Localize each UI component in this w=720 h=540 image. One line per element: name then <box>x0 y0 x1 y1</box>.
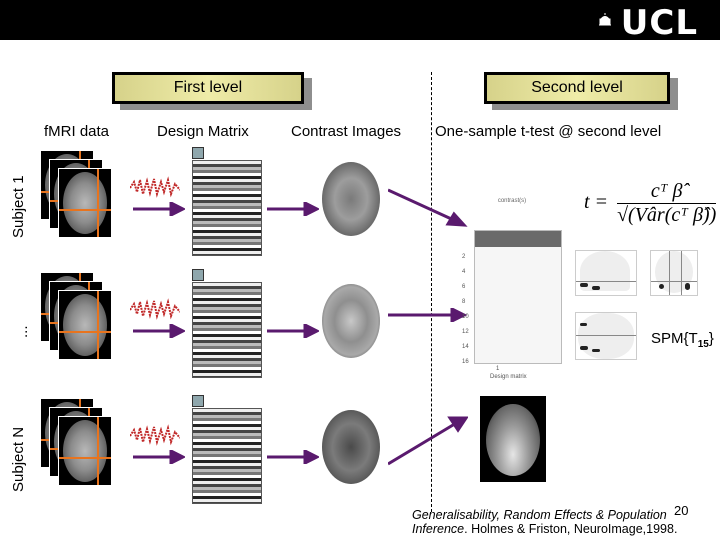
formula-numerator: cᵀ β̂ <box>617 180 717 204</box>
design-matrix <box>192 160 262 256</box>
contrast-vector-icon <box>192 395 204 407</box>
second-level-box: Second level <box>484 72 670 104</box>
spm-label-base: SPM{T <box>651 330 698 347</box>
arrow-icon <box>133 450 185 464</box>
crosshair-v <box>97 169 99 237</box>
design-plot-ytick: 2 <box>462 254 466 260</box>
contrast-image <box>322 410 380 484</box>
design-plot-ytick: 12 <box>462 329 469 335</box>
crosshair-h <box>59 457 111 459</box>
first-level-box: First level <box>112 72 304 104</box>
arrow-icon <box>267 324 319 338</box>
contrast-image <box>322 162 380 236</box>
design-matrix <box>192 408 262 504</box>
arrow-icon <box>388 188 468 227</box>
formula-denominator: √(Vâr(cᵀ β̂)) <box>617 204 717 226</box>
page-number: 20 <box>674 503 689 518</box>
arrow-icon <box>133 202 185 216</box>
contrast-vector-icon <box>192 269 204 281</box>
contrast-image <box>322 284 380 358</box>
glass-brain-sagittal <box>575 250 637 296</box>
design-plot-frame <box>474 230 562 364</box>
arrow-icon <box>267 202 319 216</box>
fmri-slice <box>58 290 112 360</box>
timeseries-icon <box>130 176 180 198</box>
row-label-subject-n: Subject N <box>10 426 27 492</box>
fmri-slice <box>58 168 112 238</box>
crosshair-h <box>59 209 111 211</box>
contrast-vector-icon <box>192 147 204 159</box>
fmri-slice <box>58 416 112 486</box>
formula-t: t = <box>584 191 609 214</box>
spm-label-close: } <box>708 330 714 347</box>
design-plot-ytick: 4 <box>462 269 466 275</box>
arrow-icon <box>267 450 319 464</box>
col-ttest: One-sample t-test @ second level <box>435 123 662 140</box>
design-plot-xlabel: Design matrix <box>490 374 527 380</box>
t-formula: t = cᵀ β̂ √(Vâr(cᵀ β̂)) <box>584 180 717 227</box>
contrast-plot: contrast(s) 2 4 6 8 10 12 14 16 1 Design matrix <box>462 198 562 388</box>
dome-icon <box>599 13 611 26</box>
group-tmap <box>480 396 546 482</box>
design-plot-ytick: 10 <box>462 314 469 320</box>
citation-authors: . Holmes & Friston, NeuroImage,1998. <box>464 522 678 536</box>
citation: 20 Generalisability, Random Effects & Po… <box>412 504 720 537</box>
col-fmri: fMRI data <box>44 123 110 140</box>
design-plot-xtick: 1 <box>496 366 500 372</box>
col-design-matrix: Design Matrix <box>157 123 249 140</box>
row-label-ellipsis: ... <box>14 325 31 338</box>
design-plot-ytick: 14 <box>462 344 469 350</box>
design-plot-ytick: 16 <box>462 359 469 365</box>
design-plot-ytick: 6 <box>462 284 466 290</box>
design-matrix <box>192 282 262 378</box>
timeseries-icon <box>130 298 180 320</box>
glass-brain-axial <box>575 312 637 360</box>
row-label-subject-1: Subject 1 <box>10 175 27 238</box>
header-bar: UCL <box>0 0 720 40</box>
crosshair-v <box>97 291 99 359</box>
spm-label: SPM{T15} <box>651 330 714 350</box>
contrast-plot-title: contrast(s) <box>497 198 527 204</box>
glass-brain-coronal <box>650 250 698 296</box>
timeseries-icon <box>130 424 180 446</box>
spm-label-sub: 15 <box>697 339 709 350</box>
arrow-icon <box>388 308 468 322</box>
ucl-logo: UCL <box>620 3 698 43</box>
crosshair-h <box>59 331 111 333</box>
design-plot-ytick: 8 <box>462 299 466 305</box>
arrow-icon <box>388 416 468 466</box>
arrow-icon <box>133 324 185 338</box>
crosshair-v <box>97 417 99 485</box>
col-contrast-images: Contrast Images <box>291 123 402 140</box>
